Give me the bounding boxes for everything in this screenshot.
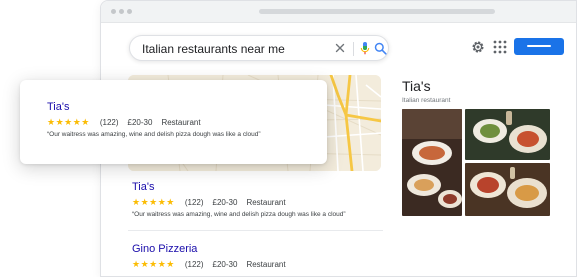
review-count: (122): [184, 260, 204, 269]
page: Italian restaurants near me Tia's Italia…: [0, 0, 577, 277]
search-box[interactable]: Italian restaurants near me: [129, 35, 389, 61]
rating-stars: ★★★★★: [132, 259, 175, 269]
result-item[interactable]: Tia's ★★★★★ (122) £20-30 Restaurant “Our…: [132, 181, 392, 225]
category: Restaurant: [246, 260, 286, 269]
sign-in-button[interactable]: [514, 38, 564, 55]
result-item[interactable]: Gino Pizzeria ★★★★★ (122) £20-30 Restaur…: [132, 243, 392, 275]
apps-grid-icon[interactable]: [493, 40, 507, 54]
card-meta: ★★★★★ (122) £20-30 Restaurant: [47, 117, 201, 128]
result-meta: ★★★★★ (122) £20-30 Restaurant: [132, 197, 286, 208]
price-range: £20-30: [127, 118, 153, 127]
card-result[interactable]: Tia's ★★★★★ (122) £20-30 Restaurant “Our…: [47, 101, 317, 145]
knowledge-panel-title: Tia's: [402, 78, 431, 94]
search-icon[interactable]: [374, 42, 387, 55]
price-range: £20-30: [212, 260, 238, 269]
category: Restaurant: [161, 118, 201, 127]
button-label-placeholder: [527, 45, 551, 47]
review-snippet: “Our waitress was amazing, wine and deli…: [47, 131, 261, 138]
knowledge-panel-subtitle: Italian restaurant: [402, 97, 451, 104]
result-title[interactable]: Gino Pizzeria: [132, 243, 197, 255]
restaurant-photo-gallery[interactable]: [402, 109, 550, 216]
highlighted-result-card[interactable]: Tia's ★★★★★ (122) £20-30 Restaurant “Our…: [20, 80, 327, 164]
card-title[interactable]: Tia's: [47, 101, 69, 113]
rating-stars: ★★★★★: [47, 117, 90, 127]
review-count: (122): [99, 118, 119, 127]
window-dot[interactable]: [119, 9, 124, 14]
review-snippet: “Our waitress was amazing, wine and deli…: [132, 211, 346, 218]
search-input[interactable]: Italian restaurants near me: [142, 42, 285, 56]
price-range: £20-30: [212, 198, 238, 207]
close-icon[interactable]: [333, 41, 347, 55]
gear-icon[interactable]: [470, 39, 486, 55]
browser-titlebar: [101, 1, 576, 23]
window-dot[interactable]: [127, 9, 132, 14]
review-count: (122): [184, 198, 204, 207]
result-divider: [128, 230, 383, 231]
rating-stars: ★★★★★: [132, 197, 175, 207]
category: Restaurant: [246, 198, 286, 207]
result-meta: ★★★★★ (122) £20-30 Restaurant: [132, 259, 286, 270]
address-bar[interactable]: [259, 9, 495, 14]
window-dot[interactable]: [111, 9, 116, 14]
microphone-icon[interactable]: [359, 41, 371, 56]
search-divider: [353, 42, 354, 56]
result-title[interactable]: Tia's: [132, 181, 154, 193]
